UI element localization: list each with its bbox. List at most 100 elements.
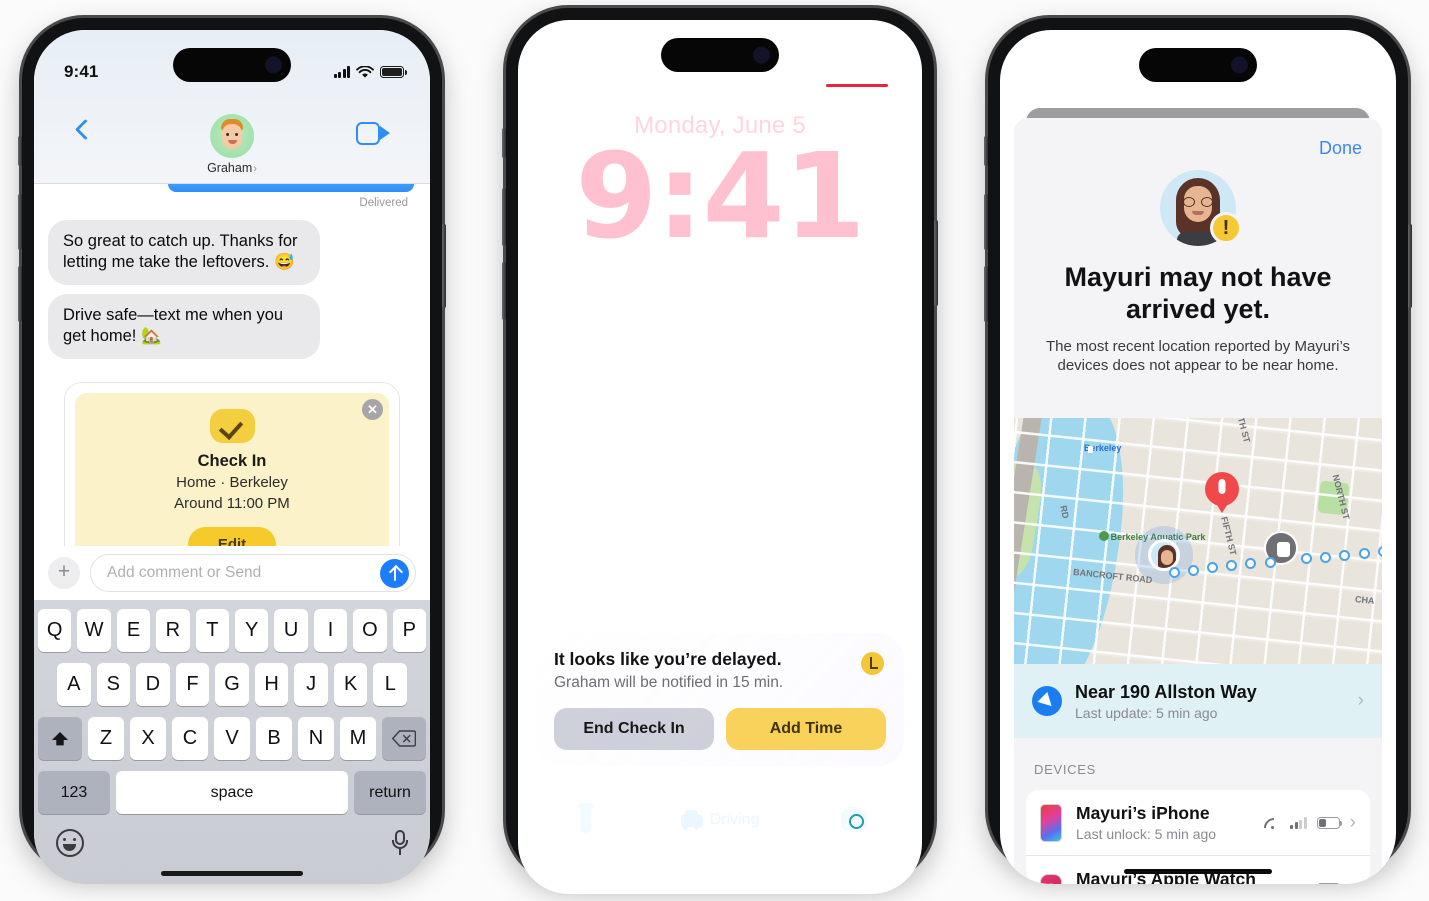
check-in-notification[interactable]: It looks like you’re delayed. Graham wil… — [536, 633, 904, 766]
key-p[interactable]: P — [392, 609, 427, 652]
backspace-icon[interactable] — [382, 717, 426, 760]
signal-bars-icon — [1290, 816, 1307, 829]
message-input-placeholder: Add comment or Send — [107, 564, 262, 581]
wifi-icon — [1264, 817, 1280, 829]
volume-down-button[interactable] — [18, 266, 22, 322]
numbers-key[interactable]: 123 — [38, 771, 110, 814]
battery-icon — [1316, 816, 1343, 829]
front-camera-icon — [753, 46, 770, 64]
home-indicator[interactable] — [1124, 869, 1272, 874]
key-a[interactable]: A — [56, 663, 91, 706]
map-view[interactable]: Berkeley Berkeley Aquatic Park TH ST NOR… — [1014, 418, 1382, 664]
phone-messages: 9:41 Graham› Delivered So great to catch… — [18, 18, 446, 884]
power-button[interactable] — [1408, 224, 1412, 308]
keyboard-row-4: 123 space return — [38, 771, 426, 814]
volume-down-button[interactable] — [984, 266, 988, 322]
focus-status[interactable]: Driving — [680, 809, 759, 830]
power-button[interactable] — [442, 224, 446, 308]
battery-icon — [1346, 66, 1373, 78]
list-item[interactable]: Mayuri’s iPhone Last unlock: 5 min ago › — [1026, 790, 1370, 855]
key-s[interactable]: S — [96, 663, 131, 706]
add-attachment-button[interactable]: + — [48, 557, 80, 589]
key-b[interactable]: B — [256, 717, 292, 760]
key-g[interactable]: G — [215, 663, 249, 706]
volume-up-button[interactable] — [984, 194, 988, 250]
onscreen-keyboard[interactable]: Q W E R T Y U I O P A S D F G H J K L Z … — [34, 600, 430, 884]
wifi-icon — [1322, 65, 1340, 78]
key-m[interactable]: M — [340, 717, 376, 760]
wifi-icon — [848, 55, 866, 68]
shift-icon[interactable] — [38, 717, 82, 760]
key-k[interactable]: K — [333, 663, 368, 706]
camera-icon[interactable] — [827, 794, 880, 846]
chevron-right-icon: › — [1350, 878, 1356, 885]
space-key[interactable]: space — [115, 771, 349, 814]
front-camera-icon — [265, 56, 282, 74]
back-chevron-icon[interactable] — [74, 118, 97, 141]
signal-bars-icon — [1299, 66, 1316, 78]
key-i[interactable]: I — [313, 609, 348, 652]
add-time-button[interactable]: Add Time — [726, 708, 886, 750]
dynamic-island — [1139, 48, 1257, 82]
devices-section-header: DEVICES — [1034, 762, 1096, 777]
notification-title: It looks like you’re delayed. — [554, 649, 782, 669]
contact-info[interactable]: Graham› — [207, 114, 257, 175]
lock-screen: Monday, June 5 9:41 It looks like you’re… — [518, 20, 922, 894]
home-indicator[interactable] — [649, 881, 791, 886]
key-v[interactable]: V — [214, 717, 250, 760]
key-q[interactable]: Q — [37, 609, 72, 652]
key-o[interactable]: O — [353, 609, 387, 652]
volume-up-button[interactable] — [502, 188, 506, 246]
check-in-detail-sheet: Done ! Mayuri may not have arrived yet. … — [1014, 118, 1382, 884]
volume-down-button[interactable] — [502, 262, 506, 320]
mute-switch[interactable] — [984, 136, 988, 166]
key-l[interactable]: L — [373, 663, 408, 706]
page-subtitle: The most recent location reported by May… — [1045, 337, 1351, 375]
avatar: ! — [1160, 170, 1242, 246]
screenshot-stage: 9:41 Graham› Delivered So great to catch… — [0, 0, 1429, 901]
video-camera-icon[interactable] — [356, 122, 390, 145]
avatar[interactable] — [209, 114, 254, 158]
device-status: Last unlock: 5 min ago — [1076, 826, 1217, 842]
mute-switch[interactable] — [18, 136, 22, 166]
signal-bars-icon — [825, 56, 842, 68]
near-location-row[interactable]: Near 190 Allston Way Last update: 5 min … — [1014, 664, 1382, 738]
near-location-title: Near 190 Allston Way — [1075, 681, 1257, 702]
key-f[interactable]: F — [175, 663, 210, 706]
mute-switch[interactable] — [502, 128, 506, 158]
key-c[interactable]: C — [172, 717, 208, 760]
key-x[interactable]: X — [130, 717, 166, 760]
check-in-time: Around 11:00 PM — [174, 495, 290, 513]
key-j[interactable]: J — [294, 663, 328, 706]
done-button[interactable]: Done — [1319, 138, 1362, 159]
flashlight-icon[interactable] — [560, 794, 612, 846]
end-check-in-button[interactable]: End Check In — [554, 708, 714, 750]
close-icon[interactable]: ✕ — [362, 398, 383, 420]
key-z[interactable]: Z — [88, 717, 124, 760]
dynamic-island — [173, 48, 291, 82]
return-key[interactable]: return — [354, 771, 426, 814]
apple-watch-icon — [1040, 873, 1062, 884]
volume-up-button[interactable] — [18, 194, 22, 250]
emoji-icon[interactable] — [56, 829, 84, 857]
messages-screen: 9:41 Graham› Delivered So great to catch… — [34, 30, 430, 884]
key-h[interactable]: H — [254, 663, 289, 706]
send-arrow-icon[interactable] — [380, 558, 409, 588]
key-y[interactable]: Y — [235, 609, 269, 652]
status-time: 11:35 — [1030, 62, 1074, 81]
key-r[interactable]: R — [156, 609, 190, 652]
key-n[interactable]: N — [298, 717, 334, 760]
key-e[interactable]: E — [116, 609, 151, 652]
microphone-icon[interactable] — [392, 830, 408, 856]
key-t[interactable]: T — [195, 609, 229, 652]
key-u[interactable]: U — [274, 609, 308, 652]
key-w[interactable]: W — [77, 609, 111, 652]
iphone-icon — [1040, 803, 1062, 842]
home-indicator[interactable] — [161, 871, 303, 876]
battery-icon — [1316, 882, 1340, 884]
key-d[interactable]: D — [136, 663, 170, 706]
message-input[interactable]: Add comment or Send — [90, 554, 416, 592]
lock-time: 9:41 — [575, 127, 866, 265]
message-composer: + Add comment or Send — [34, 546, 430, 600]
power-button[interactable] — [934, 220, 938, 306]
